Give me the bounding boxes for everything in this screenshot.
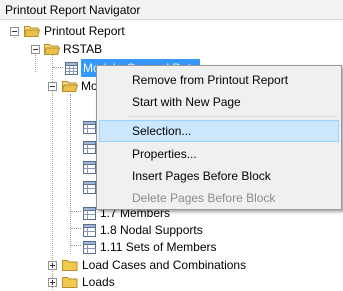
table-icon [65,62,78,75]
printout-navigator-panel: Printout Report Navigator Printout Repor… [0,0,343,291]
menu-item-label: Properties... [132,147,197,161]
table-icon [83,207,96,220]
menu-item-label: Delete Pages Before Block [132,191,276,205]
tree-item-label: Loads [82,275,115,289]
tree-item-label: 1.11 Sets of Members [100,240,217,254]
tree-item-label: Printout Report [44,24,125,38]
tree-item-printout-report[interactable]: Printout Report [0,22,200,40]
collapse-icon[interactable] [31,45,40,54]
menu-item-label: Insert Pages Before Block [132,169,271,183]
open-folder-icon [44,44,60,55]
menu-item-label: Start with New Page [132,95,241,109]
tree-item-model[interactable]: Mo [0,77,100,95]
menu-item-selection[interactable]: Selection... [99,120,339,142]
tree-item-sets-of-members[interactable]: 1.11 Sets of Members [0,238,217,256]
collapse-icon[interactable] [48,82,57,91]
table-icon [83,161,96,174]
table-icon [83,181,96,194]
tree-item-label: 1.8 Nodal Supports [100,223,203,237]
menu-item-properties[interactable]: Properties... [99,143,339,165]
table-icon [83,121,96,134]
expand-icon[interactable] [48,261,57,270]
tree-item-rstab[interactable]: RSTAB [0,40,200,58]
open-folder-icon [24,26,40,37]
table-icon [83,241,96,254]
open-folder-icon [62,81,78,92]
folder-icon [62,277,78,288]
menu-item-label: Remove from Printout Report [132,73,289,87]
expand-icon[interactable] [48,278,57,287]
tree-item-nodal-supports[interactable]: 1.8 Nodal Supports [0,221,203,239]
context-menu: Remove from Printout Report Start with N… [96,65,342,210]
panel-title: Printout Report Navigator [5,3,141,17]
tree-item-label: Load Cases and Combinations [82,258,247,272]
folder-icon [62,260,78,271]
menu-item-start-new-page[interactable]: Start with New Page [99,91,339,113]
menu-item-remove-from-report[interactable]: Remove from Printout Report [99,69,339,91]
menu-item-delete-pages-before-block: Delete Pages Before Block [99,187,339,209]
tree-item-loads[interactable]: Loads [0,273,200,291]
table-icon [83,141,96,154]
menu-separator [127,116,337,117]
collapse-icon[interactable] [10,27,19,36]
table-icon [83,224,96,237]
menu-item-insert-pages-before-block[interactable]: Insert Pages Before Block [99,165,339,187]
tree-item-label: RSTAB [63,42,103,56]
title-bar: Printout Report Navigator [0,0,343,20]
menu-item-label: Selection... [132,124,192,138]
tree-item-load-cases[interactable]: Load Cases and Combinations [0,256,260,274]
